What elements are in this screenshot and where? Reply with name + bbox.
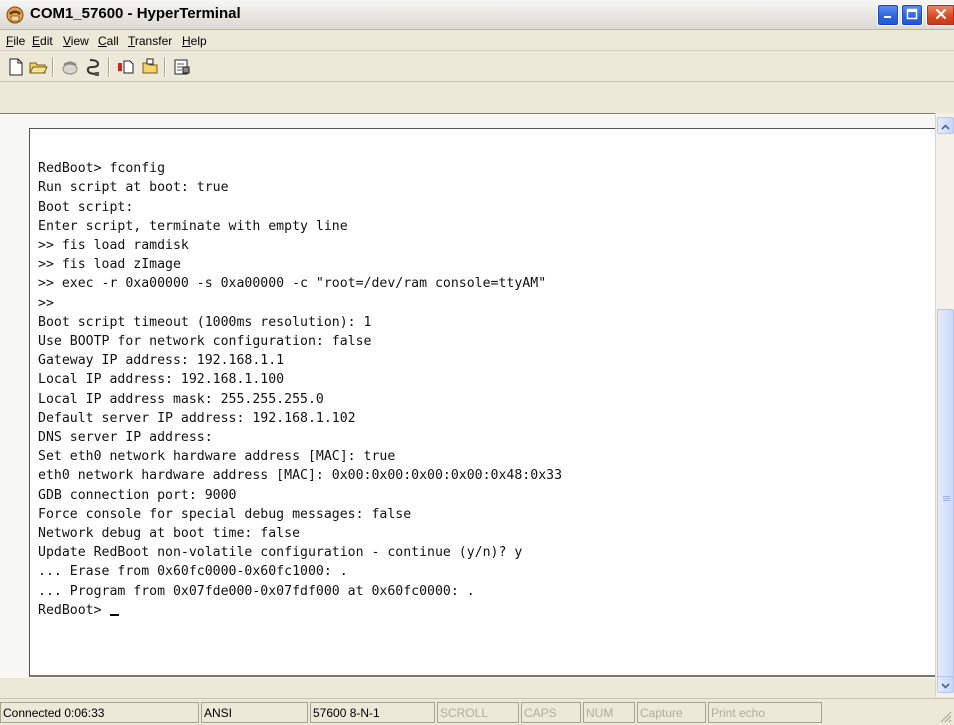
toolbar-separator — [164, 57, 166, 77]
toolbar — [0, 52, 954, 82]
terminal-line: Gateway IP address: 192.168.1.1 — [38, 353, 285, 369]
toolbar-separator — [108, 57, 110, 77]
terminal-line: Boot script: — [38, 199, 134, 215]
terminal-line: Boot script timeout (1000ms resolution):… — [38, 314, 372, 330]
terminal-line: DNS server IP address: — [38, 430, 213, 446]
scroll-thumb[interactable] — [937, 309, 954, 691]
terminal-line: ... Erase from 0x60fc0000-0x60fc1000: . — [38, 564, 348, 580]
terminal-line: RedBoot> fconfig — [38, 161, 166, 177]
menu-edit[interactable]: Edit — [32, 34, 53, 48]
toolbar-separator — [52, 57, 54, 77]
send-file-icon[interactable] — [116, 57, 136, 77]
menu-bar: File Edit View Call Transfer Help — [0, 31, 954, 51]
terminal-line: Use BOOTP for network configuration: fal… — [38, 334, 372, 350]
terminal-prompt: RedBoot> — [38, 602, 110, 618]
status-num: NUM — [583, 702, 635, 723]
resize-grip-icon[interactable] — [938, 709, 952, 725]
terminal-line: >> fis load ramdisk — [38, 238, 189, 254]
terminal-line: >> fis load zImage — [38, 257, 181, 273]
scroll-down-button[interactable] — [937, 676, 954, 693]
new-document-icon[interactable] — [6, 57, 26, 77]
terminal-line: >> — [38, 295, 54, 311]
receive-file-icon[interactable] — [140, 57, 160, 77]
terminal-line: Force console for special debug messages… — [38, 506, 412, 522]
terminal-line: Set eth0 network hardware address [MAC]:… — [38, 449, 396, 465]
menu-help[interactable]: Help — [182, 34, 207, 48]
window-title: COM1_57600 - HyperTerminal — [30, 5, 241, 22]
terminal-line: Update RedBoot non-volatile configuratio… — [38, 545, 523, 561]
terminal-line: ... Program from 0x07fde000-0x07fdf000 a… — [38, 583, 475, 599]
title-bar[interactable]: COM1_57600 - HyperTerminal — [0, 0, 954, 30]
status-scroll: SCROLL — [437, 702, 519, 723]
status-capture: Capture — [637, 702, 706, 723]
properties-icon[interactable] — [172, 57, 192, 77]
status-caps: CAPS — [521, 702, 581, 723]
terminal-prompt-line: RedBoot> — [38, 601, 918, 620]
terminal-line: GDB connection port: 9000 — [38, 487, 237, 503]
status-port-settings: 57600 8-N-1 — [310, 702, 435, 723]
close-button[interactable] — [926, 4, 954, 26]
terminal-line: Local IP address: 192.168.1.100 — [38, 372, 285, 388]
status-connected-time: Connected 0:06:33 — [0, 702, 199, 723]
terminal-line: eth0 network hardware address [MAC]: 0x0… — [38, 468, 563, 484]
minimize-button[interactable] — [877, 4, 899, 26]
vertical-scrollbar[interactable] — [935, 113, 954, 697]
terminal-line: Local IP address mask: 255.255.255.0 — [38, 391, 324, 407]
call-phone-icon[interactable] — [60, 57, 80, 77]
status-print-echo: Print echo — [708, 702, 822, 723]
maximize-button[interactable] — [901, 4, 923, 26]
menu-transfer[interactable]: Transfer — [128, 34, 172, 48]
close-icon — [934, 7, 948, 24]
chevron-up-icon — [941, 119, 950, 133]
status-emulation: ANSI — [201, 702, 308, 723]
menu-view[interactable]: View — [63, 34, 89, 48]
terminal-line: Default server IP address: 192.168.1.102 — [38, 410, 356, 426]
status-bar: Connected 0:06:33 ANSI 57600 8-N-1 SCROL… — [0, 698, 954, 725]
terminal-output[interactable]: RedBoot> fconfig Run script at boot: true… — [38, 140, 918, 639]
minimize-icon — [882, 8, 894, 23]
terminal-line: Enter script, terminate with empty line — [38, 218, 348, 234]
text-cursor — [110, 613, 120, 616]
menu-file[interactable]: File — [6, 34, 25, 48]
chevron-down-icon — [941, 678, 950, 692]
terminal-line: Network debug at boot time: false — [38, 526, 301, 542]
scroll-up-button[interactable] — [937, 117, 954, 134]
grip-icon — [943, 496, 950, 497]
hyperterminal-phone-icon[interactable] — [6, 6, 24, 24]
menu-call[interactable]: Call — [98, 34, 119, 48]
disconnect-icon[interactable] — [84, 57, 104, 77]
maximize-icon — [906, 8, 918, 23]
terminal-line: >> exec -r 0xa00000 -s 0xa00000 -c "root… — [38, 276, 547, 292]
open-folder-icon[interactable] — [28, 57, 48, 77]
terminal-line: Run script at boot: true — [38, 180, 229, 196]
